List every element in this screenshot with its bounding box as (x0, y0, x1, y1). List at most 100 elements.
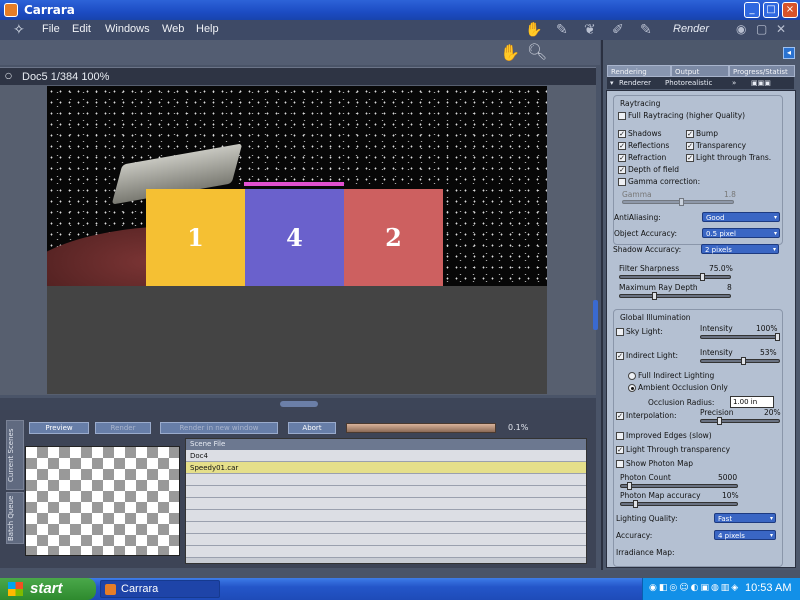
bump-checkbox[interactable]: ✓ (686, 130, 694, 138)
system-tray: ◉◧◎☺◐▣◍▥◈ 10:53 AM (642, 578, 800, 600)
lighting-quality-dropdown[interactable]: Fast ▾ (714, 513, 776, 523)
light-through-transparency-checkbox[interactable]: ✓ (616, 446, 624, 454)
list-item[interactable] (186, 534, 586, 546)
renderer-chevron-icon[interactable]: » (732, 77, 736, 89)
scene-file-list[interactable]: Scene File Doc4 Speedy01.car (185, 438, 587, 564)
depth-of-field-checkbox[interactable]: ✓ (618, 166, 626, 174)
box-1: 1 (146, 189, 245, 286)
texture-room-icon[interactable]: ✐ (612, 22, 624, 38)
box-2: 2 (344, 189, 443, 286)
improved-edges-checkbox[interactable] (616, 432, 624, 440)
reflections-checkbox[interactable]: ✓ (618, 142, 626, 150)
indirect-intensity-slider[interactable] (700, 357, 780, 365)
close-room-icon[interactable]: ✕ (776, 22, 786, 36)
tab-progress[interactable]: Progress/Statist (729, 65, 795, 77)
show-photon-map-checkbox[interactable] (616, 460, 624, 468)
list-item[interactable] (186, 498, 586, 510)
renderer-row[interactable]: ▾ Renderer Photorealistic » ▣▣▣ (607, 77, 794, 89)
menu-bar: ✧ File Edit Windows Web Help ✋ ✎ ❦ ✐ ✎ R… (0, 20, 800, 40)
transparency-checkbox[interactable]: ✓ (686, 142, 694, 150)
light-through-trans-checkbox[interactable]: ✓ (686, 154, 694, 162)
max-ray-depth-label: Maximum Ray Depth (619, 283, 698, 292)
sky-light-checkbox[interactable] (616, 328, 624, 336)
render-viewport[interactable]: 1 4 2 (0, 85, 596, 395)
tab-current-scenes[interactable]: Current Scenes (6, 420, 24, 490)
ambient-occlusion-radio[interactable] (628, 384, 636, 392)
renderer-value[interactable]: Photorealistic (665, 77, 712, 89)
splitter-grip[interactable] (280, 401, 318, 407)
indirect-intensity-value: 53% (760, 348, 777, 357)
close-button[interactable]: × (782, 2, 798, 18)
menu-windows[interactable]: Windows (105, 23, 150, 35)
menu-file[interactable]: File (42, 23, 60, 35)
full-indirect-radio[interactable] (628, 372, 636, 380)
tab-batch-queue[interactable]: Batch Queue (6, 492, 24, 544)
list-item[interactable] (186, 486, 586, 498)
indirect-light-label: Indirect Light: (626, 351, 679, 360)
occlusion-radius-label: Occlusion Radius: (648, 398, 715, 407)
tab-output[interactable]: Output (671, 65, 729, 77)
antialiasing-label: AntiAliasing: (614, 213, 661, 222)
full-raytracing-checkbox[interactable] (618, 112, 626, 120)
occlusion-radius-input[interactable]: 1.00 in (730, 396, 774, 408)
antialiasing-dropdown[interactable]: Good ▾ (702, 212, 780, 222)
interpolation-checkbox[interactable]: ✓ (616, 412, 624, 420)
photon-count-slider[interactable] (620, 482, 738, 490)
precision-value: 20% (764, 408, 781, 417)
pan-hand-icon[interactable]: ✋ (500, 43, 520, 62)
list-item[interactable] (186, 546, 586, 558)
interpolation-label: Interpolation: (626, 411, 677, 420)
panel-scroll-handle[interactable] (593, 300, 598, 330)
shadows-checkbox[interactable]: ✓ (618, 130, 626, 138)
abort-button[interactable]: Abort (288, 422, 336, 434)
pin-icon[interactable]: ◂ (783, 47, 795, 59)
list-item[interactable]: Doc4 (186, 450, 586, 462)
filter-sharpness-slider[interactable] (619, 273, 731, 281)
object-accuracy-dropdown[interactable]: 0.5 pixel ▾ (702, 228, 780, 238)
storyboard-room-icon[interactable]: ❦ (584, 22, 596, 38)
precision-slider[interactable] (700, 417, 780, 425)
list-item[interactable] (186, 510, 586, 522)
pink-strip (244, 182, 344, 186)
menu-edit[interactable]: Edit (72, 23, 91, 35)
refraction-checkbox[interactable]: ✓ (618, 154, 626, 162)
tab-rendering[interactable]: Rendering (607, 65, 671, 77)
list-item[interactable] (186, 474, 586, 486)
photon-accuracy-slider[interactable] (620, 500, 738, 508)
raytracing-section: Raytracing Full Raytracing (higher Quali… (613, 95, 783, 245)
sky-light-label: Sky Light: (626, 327, 663, 336)
preview-button[interactable]: Preview (29, 422, 89, 434)
model-room-icon[interactable]: ✎ (556, 22, 568, 38)
list-item[interactable]: Speedy01.car (186, 462, 586, 474)
gamma-slider[interactable] (622, 198, 734, 206)
menu-help[interactable]: Help (196, 23, 219, 35)
assemble-room-icon[interactable]: ✋ (525, 22, 542, 38)
renderer-tool-icons[interactable]: ▣▣▣ (751, 77, 771, 89)
indirect-light-checkbox[interactable]: ✓ (616, 352, 624, 360)
maximize-button[interactable]: □ (763, 2, 779, 18)
panel-splitter[interactable] (0, 398, 596, 410)
render-new-window-button[interactable]: Render in new window (160, 422, 278, 434)
start-button[interactable]: start (0, 578, 96, 600)
eye-icon[interactable]: ◉ (736, 22, 746, 36)
expand-arrow-icon[interactable]: ▾ (610, 77, 614, 89)
gamma-correction-checkbox[interactable] (618, 178, 626, 186)
render-room-icon[interactable]: ✎ (640, 22, 652, 38)
shadow-accuracy-dropdown[interactable]: 2 pixels ▾ (701, 244, 779, 254)
tray-icons[interactable]: ◉◧◎☺◐▣◍▥◈ (649, 583, 740, 593)
render-button[interactable]: Render (95, 422, 151, 434)
taskbar-item-carrara[interactable]: Carrara (100, 580, 220, 598)
box-4: 4 (245, 189, 344, 286)
list-item[interactable] (186, 522, 586, 534)
minimize-button[interactable]: _ (744, 2, 760, 18)
light-through-transparency-label: Light Through transparency (626, 445, 731, 454)
accuracy-dropdown[interactable]: 4 pixels ▾ (714, 530, 776, 540)
scene-file-header[interactable]: Scene File (186, 439, 586, 450)
doc-circle-icon[interactable]: ○ (5, 71, 12, 80)
max-ray-depth-slider[interactable] (619, 292, 731, 300)
sky-intensity-slider[interactable] (700, 333, 780, 341)
lighting-quality-label: Lighting Quality: (616, 514, 678, 523)
window-square-icon[interactable]: ▢ (756, 22, 767, 36)
zoom-magnifier-icon[interactable]: 🔍︎ (527, 42, 547, 61)
menu-web[interactable]: Web (162, 23, 184, 35)
